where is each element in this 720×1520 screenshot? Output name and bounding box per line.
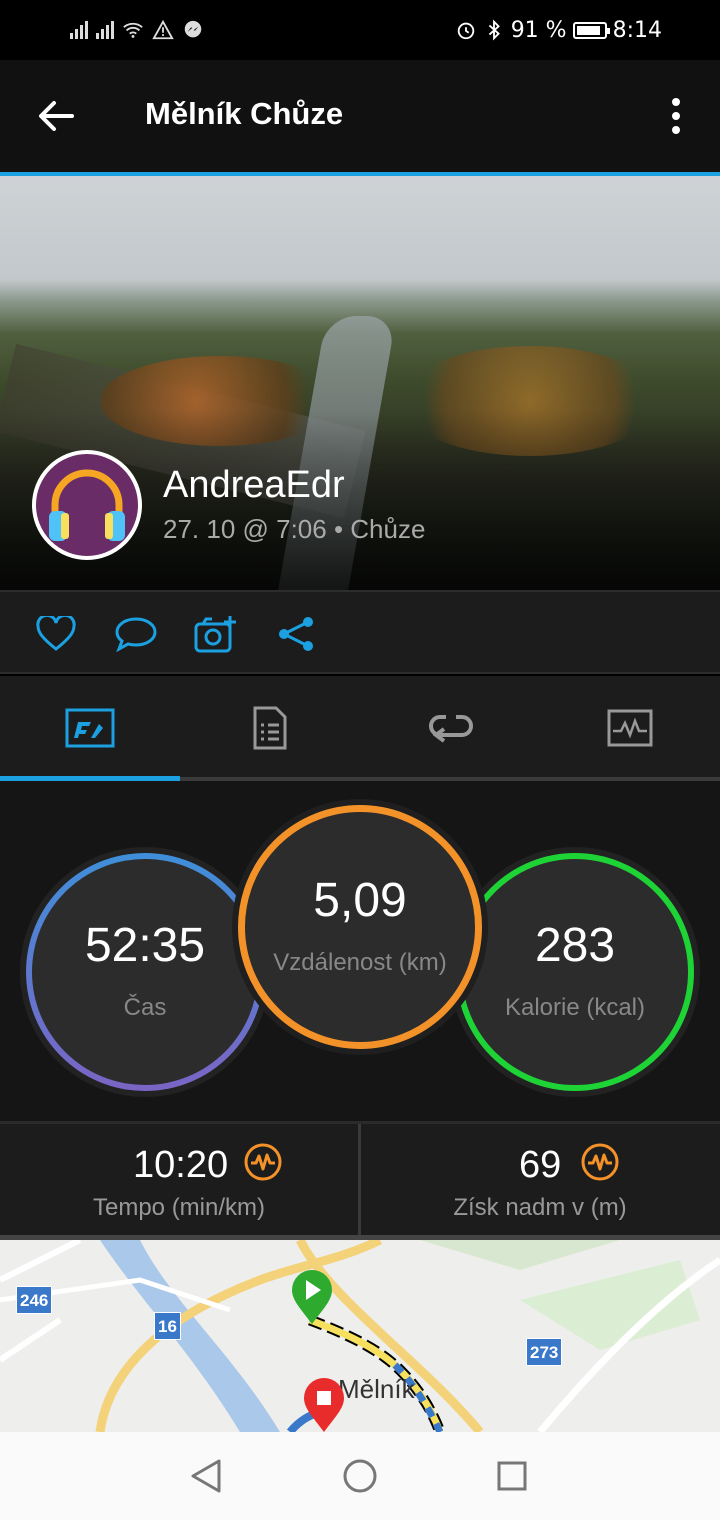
tab-overview[interactable] (0, 676, 180, 780)
headphones-icon (37, 455, 137, 555)
signal-icon (96, 21, 114, 39)
signal-icon (70, 21, 88, 39)
battery-level (576, 25, 601, 35)
time-value: 52:35 (84, 919, 206, 972)
route-label: 16 (154, 1312, 181, 1340)
activity-tabs (0, 676, 720, 780)
battery-percent: 91 % (510, 17, 567, 43)
circle-home-icon (343, 1459, 377, 1493)
map-town-label: Mělník (338, 1374, 415, 1404)
stats-overview-icon (65, 708, 115, 748)
finish-marker-icon (304, 1378, 344, 1432)
start-marker-icon (292, 1270, 332, 1324)
comment-button[interactable] (114, 612, 158, 656)
overflow-menu-button[interactable] (656, 94, 696, 138)
status-icons-right: 91 % 8:14 (455, 18, 662, 43)
distance-value: 5,09 (313, 874, 407, 927)
camera-add-icon (194, 616, 236, 653)
calories-stat[interactable]: 283 Kalorie (kcal) (456, 853, 694, 1091)
time-label: Čas (123, 994, 167, 1021)
wifi-icon (123, 22, 143, 38)
add-photo-button[interactable] (194, 612, 238, 656)
pace-stat[interactable]: 10:20 Tempo (min/km) (0, 1124, 358, 1235)
arrow-left-icon (39, 101, 74, 131)
nav-recents-button[interactable] (492, 1456, 532, 1496)
back-button[interactable] (30, 90, 82, 142)
triangle-back-icon (191, 1459, 221, 1493)
details-list-icon (253, 706, 287, 750)
battery-icon (572, 21, 610, 39)
nav-back-button[interactable] (186, 1456, 226, 1496)
share-button[interactable] (274, 612, 318, 656)
calories-value: 283 (534, 919, 616, 972)
nav-home-button[interactable] (340, 1456, 380, 1496)
system-nav-bar (0, 1432, 720, 1520)
social-actions (0, 590, 720, 674)
tab-details[interactable] (180, 676, 360, 780)
sub-stats: 10:20 Tempo (min/km) 69 Získ nadm v (m) (0, 1121, 720, 1235)
stats-panel: 52:35 Čas 283 Kalorie (kcal) 5,09 Vzdále… (0, 781, 720, 1121)
heart-icon (36, 616, 76, 651)
pace-label: Tempo (min/km) (92, 1194, 266, 1221)
status-icons-left (70, 19, 204, 41)
page-title: Mělník Chůze (145, 96, 344, 131)
avatar[interactable] (32, 450, 142, 560)
pulse-icon (244, 1143, 282, 1181)
bluetooth-icon (488, 19, 500, 41)
share-icon (279, 617, 313, 651)
elevation-value: 69 (519, 1144, 562, 1186)
route-map[interactable]: 246 16 273 Mělník (0, 1240, 720, 1432)
tab-charts[interactable] (540, 676, 720, 780)
status-bar: 91 % 8:14 (0, 0, 720, 60)
alarm-icon (457, 22, 474, 40)
square-recents-icon (497, 1461, 527, 1491)
user-name[interactable]: AndreaEdr (163, 464, 345, 507)
warning-icon (152, 19, 174, 40)
tab-laps[interactable] (360, 676, 540, 780)
distance-label: Vzdálenost (km) (273, 949, 447, 976)
elevation-stat[interactable]: 69 Získ nadm v (m) (361, 1124, 719, 1235)
charts-icon (607, 709, 653, 747)
app-bar: Mělník Chůze (0, 60, 720, 172)
time-stat[interactable]: 52:35 Čas (26, 853, 264, 1091)
comment-icon (115, 617, 157, 652)
activity-meta: 27. 10 @ 7:06 • Chůze (163, 514, 426, 544)
pace-value: 10:20 (133, 1144, 229, 1186)
pulse-icon (581, 1143, 619, 1181)
clock: 8:14 (612, 17, 662, 43)
calories-label: Kalorie (kcal) (504, 994, 646, 1021)
messenger-icon (184, 20, 202, 38)
elevation-label: Získ nadm v (m) (453, 1194, 627, 1221)
route-label: 273 (526, 1338, 563, 1366)
laps-icon (429, 715, 473, 743)
route-label: 246 (16, 1286, 53, 1314)
activity-photo[interactable]: AndreaEdr 27. 10 @ 7:06 • Chůze (0, 176, 720, 590)
distance-stat[interactable]: 5,09 Vzdálenost (km) (238, 805, 482, 1049)
like-button[interactable] (34, 612, 78, 656)
